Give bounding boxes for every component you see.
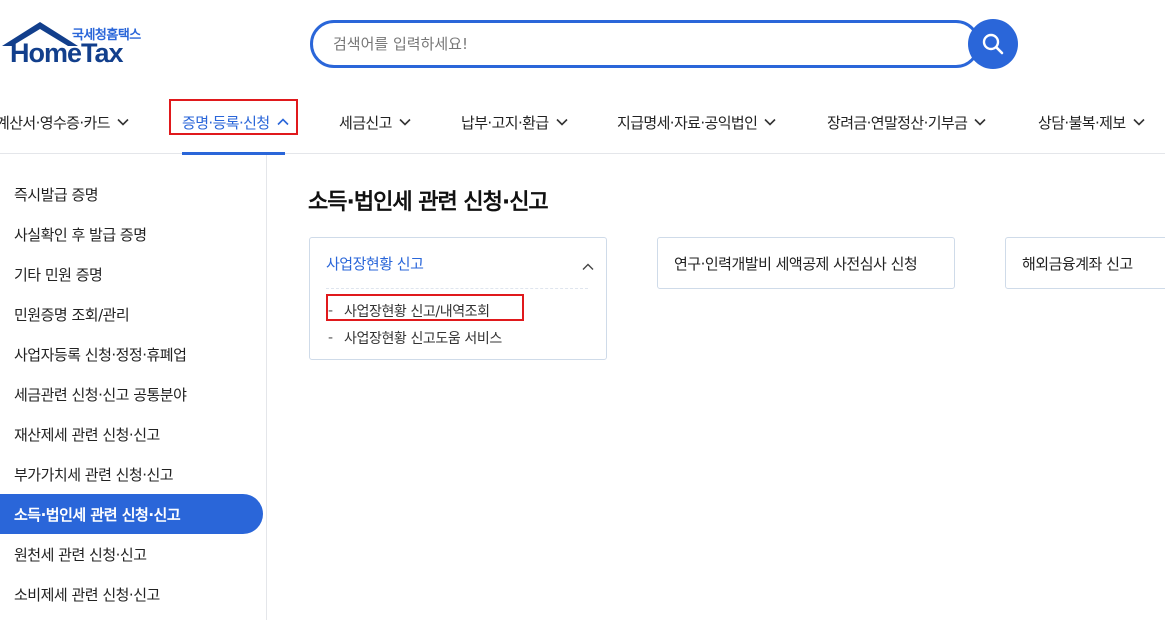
nav-item-incentive-yearend[interactable]: 장려금·연말정산·기부금: [827, 90, 986, 154]
chevron-down-icon: [399, 118, 411, 126]
sidebar-item-certificate-inquiry[interactable]: 민원증명 조회/관리: [0, 294, 263, 334]
sidebar-item-property-tax[interactable]: 재산제세 관련 신청·신고: [0, 414, 263, 454]
chevron-down-icon: [555, 118, 568, 126]
card-overseas-account[interactable]: 해외금융계좌 신고: [1005, 237, 1165, 289]
chevron-up-icon[interactable]: [582, 256, 594, 275]
chevron-down-icon: [974, 118, 986, 126]
nav-item-tax-filing[interactable]: 세금신고: [339, 90, 411, 154]
sidebar-item-business-registration[interactable]: 사업자등록 신청·정정·휴폐업: [0, 334, 263, 374]
nav-item-certificate-registration[interactable]: 증명·등록·신청: [170, 90, 289, 155]
link-business-status-report-inquiry[interactable]: - 사업장현황 신고/내역조회: [328, 301, 490, 321]
sidebar-item-consumption-tax[interactable]: 소비제세 관련 신청·신고: [0, 574, 263, 614]
link-business-status-report-help[interactable]: - 사업장현황 신고도움 서비스: [328, 328, 502, 348]
card-title[interactable]: 해외금융계좌 신고: [1022, 238, 1133, 288]
sidebar-item-tax-common[interactable]: 세금관련 신청·신고 공통분야: [0, 374, 263, 414]
card-title[interactable]: 연구·인력개발비 세액공제 사전심사 신청: [674, 238, 918, 288]
sidebar-item-withholding-tax[interactable]: 원천세 관련 신청·신고: [0, 534, 263, 574]
chevron-down-icon: [764, 118, 776, 126]
nav-item-payment-statement[interactable]: 지급명세·자료·공익법인: [617, 90, 776, 154]
sidebar-item-vat[interactable]: 부가가치세 관련 신청·신고: [0, 454, 263, 494]
chevron-down-icon: [117, 118, 129, 126]
search-input[interactable]: [313, 23, 913, 65]
chevron-down-icon: [1132, 118, 1145, 126]
logo-title: HomeTax: [10, 38, 124, 68]
page-title: 소득·법인세 관련 신청·신고: [308, 190, 549, 215]
nav-item-consult-appeal[interactable]: 상담·불복·제보: [1038, 90, 1145, 154]
sidebar-item-fact-check-certificate[interactable]: 사실확인 후 발급 증명: [0, 214, 263, 254]
card-rnd-tax-credit[interactable]: 연구·인력개발비 세액공제 사전심사 신청: [657, 237, 955, 289]
nav-item-invoice-receipt-card[interactable]: 계산서·영수증·카드: [0, 90, 129, 154]
hometax-logo[interactable]: 국세청홈택스 HomeTax: [0, 18, 160, 74]
nav-item-payment-refund[interactable]: 납부·고지·환급: [461, 90, 568, 154]
sidebar: 즉시발급 증명 사실확인 후 발급 증명 기타 민원 증명 민원증명 조회/관리…: [0, 155, 267, 620]
sidebar-item-income-corporate-tax[interactable]: 소득·법인세 관련 신청·신고: [0, 494, 263, 534]
sidebar-item-other-certificate[interactable]: 기타 민원 증명: [0, 254, 263, 294]
search-icon: [982, 33, 1004, 55]
divider: [326, 288, 588, 289]
top-navigation: 계산서·영수증·카드 증명·등록·신청 세금신고 납부·고지·환급 지급명세·자…: [0, 90, 1165, 155]
sidebar-item-instant-certificate[interactable]: 즉시발급 증명: [0, 174, 263, 214]
card-business-status-report: 사업장현황 신고 - 사업장현황 신고/내역조회 - 사업장현황 신고도움 서비…: [309, 237, 607, 360]
chevron-up-icon: [276, 118, 289, 126]
search-button[interactable]: [968, 19, 1018, 69]
search-box: [310, 20, 980, 68]
card-title[interactable]: 사업장현황 신고: [326, 238, 424, 288]
